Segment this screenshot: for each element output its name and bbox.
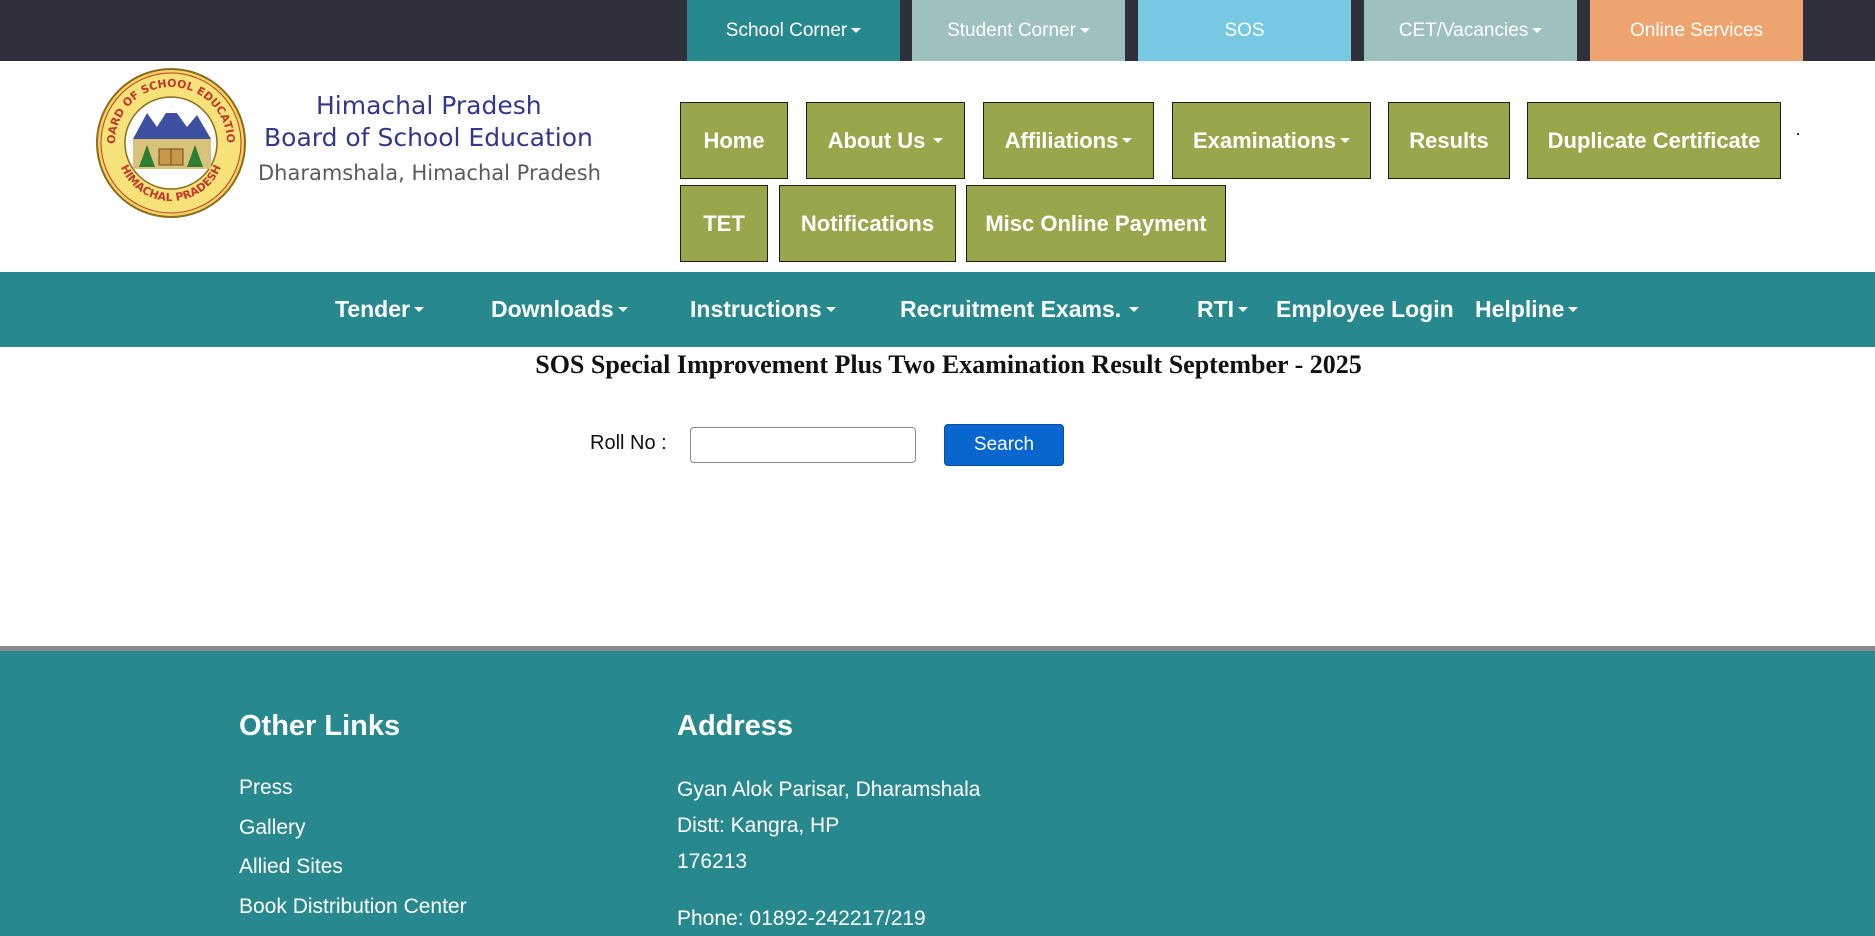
menu-instructions[interactable]: Instructions [690, 272, 836, 347]
nav-examinations-label: Examinations [1192, 127, 1337, 153]
menu-employee-login[interactable]: Employee Login [1276, 272, 1454, 347]
decorative-dot [1797, 133, 1799, 135]
menu-rti-label: RTI [1197, 296, 1235, 322]
nav-notifications[interactable]: Notifications [779, 185, 956, 262]
address-line: Gyan Alok Parisar, Dharamshala [677, 778, 981, 801]
menu-tender-label: Tender [335, 296, 410, 322]
address-heading: Address [677, 710, 794, 742]
address-line: Distt: Kangra, HP [677, 814, 840, 837]
address-line: 176213 [677, 850, 748, 873]
caret-down-icon [851, 28, 862, 33]
nav-home[interactable]: Home [680, 102, 788, 179]
caret-down-icon [1568, 307, 1579, 312]
student-corner-label: Student Corner [947, 19, 1076, 41]
menu-instructions-label: Instructions [690, 296, 822, 322]
nav-tet[interactable]: TET [680, 185, 768, 262]
caret-down-icon [825, 307, 836, 312]
other-links-heading: Other Links [239, 710, 401, 742]
school-corner-button[interactable]: School Corner [687, 0, 900, 61]
school-corner-label: School Corner [725, 19, 848, 41]
menu-recruitment-exams-label: Recruitment Exams. [900, 296, 1122, 322]
roll-no-label: Roll No : [590, 432, 667, 454]
menu-downloads-label: Downloads [491, 296, 614, 322]
roll-no-input[interactable] [690, 427, 916, 463]
menu-rti[interactable]: RTI [1197, 272, 1249, 347]
menu-helpline[interactable]: Helpline [1475, 272, 1579, 347]
online-services-label: Online Services [1629, 19, 1764, 41]
caret-down-icon [1079, 28, 1090, 33]
footer-link-press[interactable]: Press [239, 776, 293, 800]
cet-vacancies-button[interactable]: CET/Vacancies [1364, 0, 1577, 61]
student-corner-button[interactable]: Student Corner [912, 0, 1125, 61]
menu-tender[interactable]: Tender [335, 272, 424, 347]
caret-down-icon [1238, 307, 1249, 312]
nav-results[interactable]: Results [1388, 102, 1510, 179]
footer-link-book-distribution[interactable]: Book Distribution Center [239, 895, 467, 919]
nav-affiliations[interactable]: Affiliations [983, 102, 1154, 179]
caret-down-icon [617, 307, 628, 312]
search-button[interactable]: Search [944, 424, 1064, 466]
menu-helpline-label: Helpline [1475, 296, 1565, 322]
caret-down-icon [1129, 307, 1140, 312]
footer-link-gallery[interactable]: Gallery [239, 816, 306, 840]
online-services-button[interactable]: Online Services [1590, 0, 1803, 61]
caret-down-icon [1340, 138, 1351, 143]
phone-text: Phone: 01892-242217/219 [677, 907, 926, 930]
caret-down-icon [933, 138, 944, 143]
board-seal-logo[interactable]: BOARD OF SCHOOL EDUCATION HIMACHAL PRADE… [95, 67, 247, 219]
caret-down-icon [1122, 138, 1133, 143]
nav-affiliations-label: Affiliations [1004, 127, 1119, 153]
brand-title-line2: Board of School Education [264, 123, 593, 152]
brand-location: Dharamshala, Himachal Pradesh [258, 161, 601, 185]
menu-downloads[interactable]: Downloads [491, 272, 628, 347]
footer-link-allied-sites[interactable]: Allied Sites [239, 855, 343, 879]
brand-title-line1: Himachal Pradesh [316, 91, 542, 120]
caret-down-icon [413, 307, 424, 312]
nav-examinations[interactable]: Examinations [1172, 102, 1371, 179]
nav-about-us-label: About Us [827, 127, 926, 153]
menu-recruitment-exams[interactable]: Recruitment Exams. [900, 272, 1140, 347]
cet-vacancies-label: CET/Vacancies [1398, 19, 1529, 41]
page-title: SOS Special Improvement Plus Two Examina… [535, 350, 1362, 379]
nav-misc-online-payment[interactable]: Misc Online Payment [966, 185, 1226, 262]
sos-label: SOS [1224, 19, 1265, 41]
sos-button[interactable]: SOS [1138, 0, 1351, 61]
nav-about-us[interactable]: About Us [806, 102, 965, 179]
caret-down-icon [1532, 28, 1543, 33]
nav-duplicate-certificate[interactable]: Duplicate Certificate [1527, 102, 1781, 179]
